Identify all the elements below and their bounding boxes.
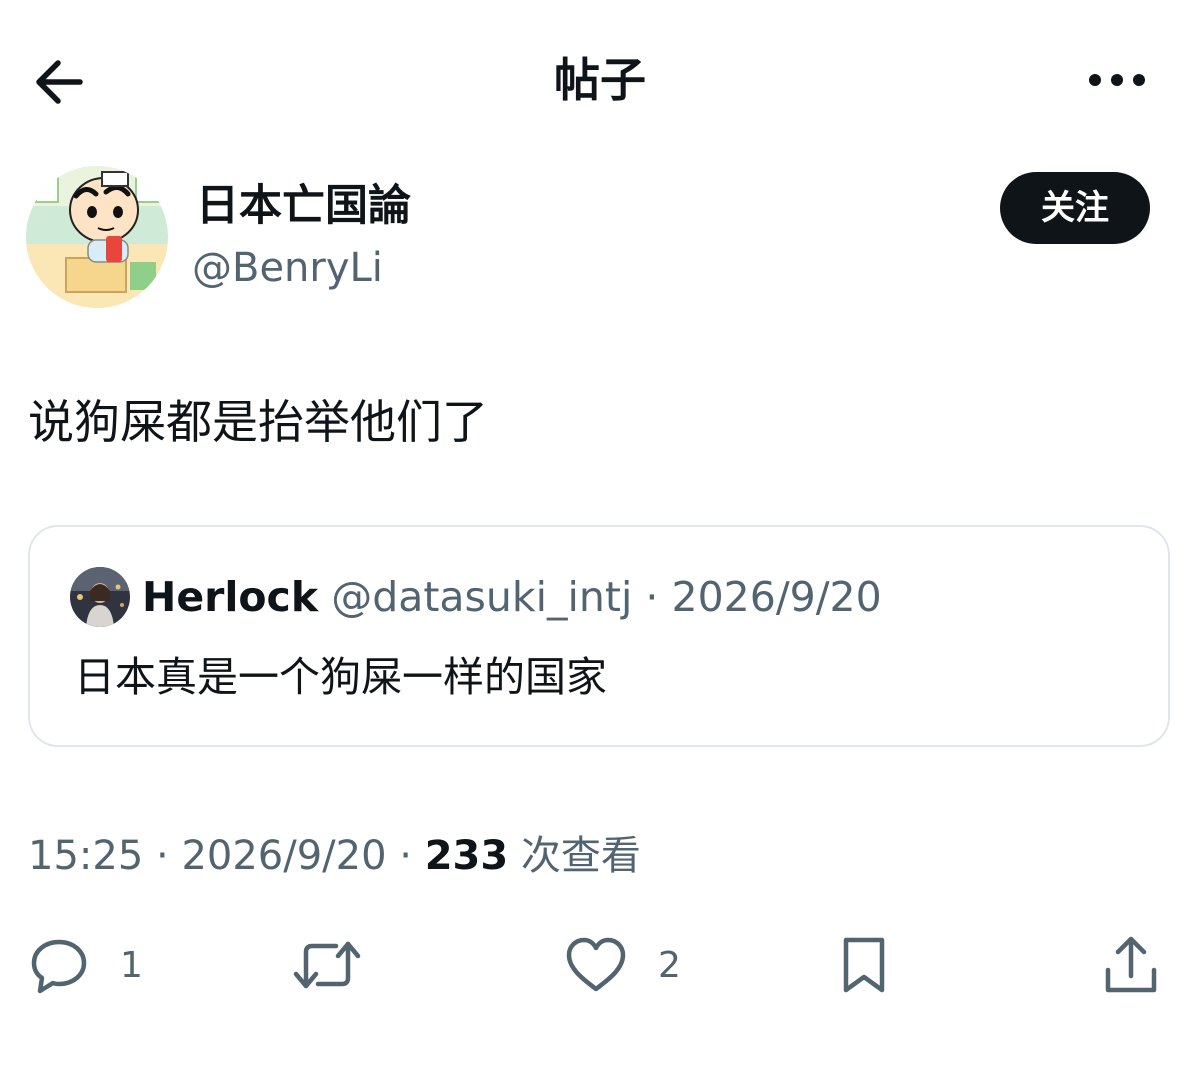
repost-icon <box>293 941 361 989</box>
quoted-post-header: Herlock @datasuki_intj · 2026/9/20 <box>142 567 882 627</box>
quoted-separator: · <box>632 573 672 621</box>
quoted-author-handle[interactable]: @datasuki_intj <box>331 573 632 621</box>
reply-count: 1 <box>120 944 143 986</box>
reply-button[interactable]: 1 <box>28 930 143 1000</box>
post-time: 15:25 <box>28 833 144 879</box>
post-text: 说狗屎都是抬举他们了 <box>28 395 488 449</box>
author-avatar[interactable] <box>26 166 168 308</box>
top-bar: 帖子 <box>0 0 1200 160</box>
view-count[interactable]: 233 <box>425 833 509 879</box>
quoted-post-text: 日本真是一个狗屎一样的国家 <box>74 653 607 701</box>
more-horizontal-icon <box>1089 74 1145 86</box>
author-handle[interactable]: @BenryLi <box>192 240 383 296</box>
share-button[interactable] <box>1100 930 1162 1000</box>
repost-button[interactable] <box>292 930 392 1000</box>
post-meta: 15:25 · 2026/9/20 · 233 次查看 <box>28 826 641 886</box>
like-count: 2 <box>658 944 681 986</box>
meta-separator: · <box>143 833 182 879</box>
like-icon <box>566 937 626 992</box>
like-button[interactable]: 2 <box>564 930 681 1000</box>
author-display-name[interactable]: 日本亡国論 <box>196 178 411 234</box>
quoted-date: 2026/9/20 <box>671 573 882 621</box>
bookmark-button[interactable] <box>836 930 892 1000</box>
follow-button[interactable]: 关注 <box>1000 172 1150 244</box>
post-date: 2026/9/20 <box>181 833 387 879</box>
share-icon <box>1105 936 1157 993</box>
quoted-author-name[interactable]: Herlock <box>142 573 318 621</box>
views-label: 次查看 <box>520 833 641 879</box>
bookmark-icon <box>843 937 885 993</box>
page-title: 帖子 <box>554 53 646 107</box>
more-options-button[interactable] <box>1086 62 1148 98</box>
meta-separator: · <box>386 833 425 879</box>
reply-icon <box>31 939 87 994</box>
quoted-author-avatar[interactable] <box>70 567 130 627</box>
quoted-post-card[interactable]: Herlock @datasuki_intj · 2026/9/20 日本真是一… <box>28 525 1170 747</box>
